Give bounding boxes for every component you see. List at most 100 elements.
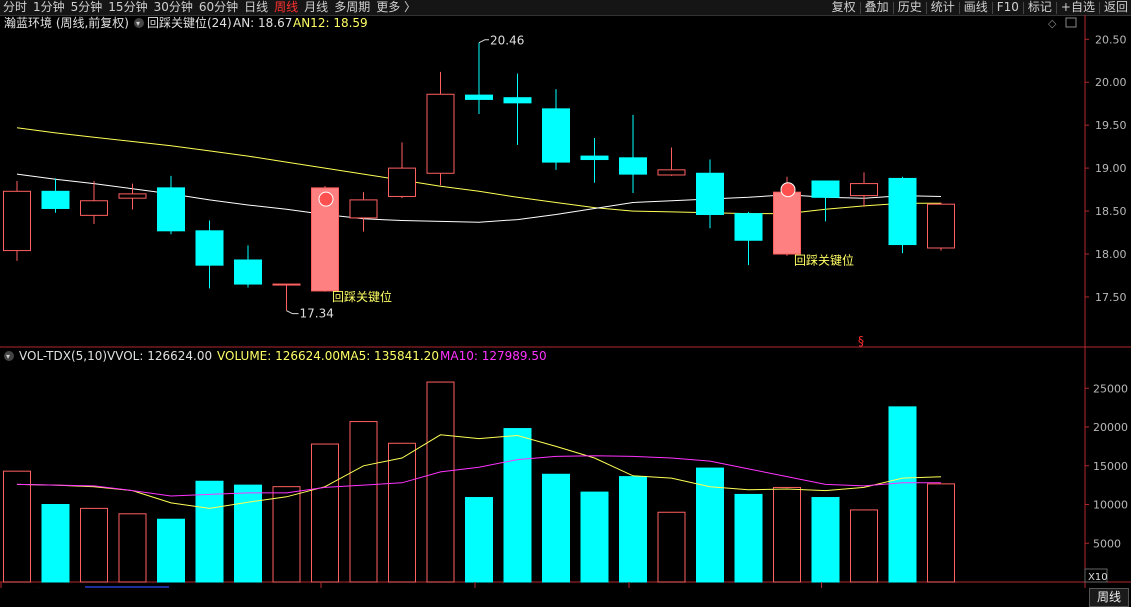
period-tab-4[interactable]: 30分钟 [151, 0, 196, 14]
volume-bar[interactable] [811, 497, 840, 583]
ma10-value: MA10: 127989.50 [440, 349, 547, 363]
period-tab-6[interactable]: 日线 [241, 0, 271, 14]
period-footer-button[interactable]: 周线 [1089, 588, 1129, 607]
candle[interactable] [503, 97, 532, 104]
period-tab-10[interactable]: 更多 〉 [373, 0, 419, 14]
volume-value: VOLUME: 126624.00 [217, 349, 340, 363]
candle[interactable] [195, 230, 224, 266]
candle[interactable] [619, 157, 647, 175]
volume-bar[interactable] [850, 509, 878, 583]
volume-bar[interactable] [195, 480, 224, 583]
period-tab-5[interactable]: 60分钟 [196, 0, 241, 14]
period-selector: 分时 1分钟 5分钟 15分钟 30分钟 60分钟 日线 周线 月线 多周期 更多 〉 [0, 0, 419, 14]
period-tab-2[interactable]: 5分钟 [68, 0, 106, 14]
candle[interactable] [850, 183, 878, 197]
volume-tick-label-2: 15000 [1093, 460, 1128, 473]
toolbar-divider [1022, 1, 1024, 14]
chevron-down-icon: ▾ [6, 352, 10, 361]
volume-bar[interactable] [503, 428, 532, 583]
candle[interactable] [542, 108, 570, 163]
volume-bar[interactable] [80, 507, 108, 583]
period-tab-1[interactable]: 1分钟 [30, 0, 68, 14]
period-tab-3[interactable]: 15分钟 [105, 0, 150, 14]
tool-button-6[interactable]: 标记 [1025, 0, 1055, 14]
period-tab-8[interactable]: 月线 [301, 0, 331, 14]
candle[interactable] [888, 177, 917, 246]
stock-title: 瀚蓝环境 (周线,前复权) [4, 15, 129, 30]
volume-bar[interactable] [388, 442, 416, 583]
volume-bar[interactable] [888, 406, 917, 583]
an12-value: AN12: 18.59 [293, 16, 368, 30]
tool-button-3[interactable]: 统计 [928, 0, 958, 14]
candle[interactable] [3, 190, 31, 252]
volume-tick-label-4: 5000 [1093, 537, 1121, 550]
low-pointer [286, 310, 299, 315]
price-tick-label-0: 20.50 [1095, 33, 1127, 46]
candle[interactable] [118, 193, 147, 199]
tool-button-1[interactable]: 叠加 [862, 0, 892, 14]
diamond-icon[interactable]: ◇ [1048, 17, 1057, 30]
candle[interactable] [388, 167, 416, 197]
candle[interactable] [272, 283, 301, 286]
tool-buttons: 复权 叠加 历史 统计 画线 F10 标记 +自选 返回 [829, 0, 1131, 14]
volume-bar[interactable] [118, 513, 147, 583]
price-tick-label-4: 18.50 [1095, 205, 1127, 218]
tool-button-4[interactable]: 画线 [961, 0, 991, 14]
volume-indicator-name: VOL-TDX(5,10) [19, 349, 107, 363]
candle[interactable] [41, 190, 70, 209]
candle[interactable] [157, 187, 185, 232]
volume-bar[interactable] [734, 493, 763, 583]
volume-bar[interactable] [465, 497, 493, 583]
volume-bar[interactable] [580, 491, 609, 583]
candle[interactable] [734, 213, 763, 241]
ma5-value: MA5: 135841.20 [340, 349, 439, 363]
volume-bar[interactable] [696, 467, 724, 583]
volume-bar[interactable] [41, 504, 70, 583]
toolbar-divider [892, 1, 894, 14]
volume-bar[interactable] [619, 476, 647, 583]
candle[interactable] [80, 200, 108, 216]
volume-bar[interactable] [773, 486, 801, 583]
volume-bar[interactable] [542, 473, 570, 583]
candle[interactable] [426, 93, 455, 174]
candle[interactable] [580, 155, 609, 161]
kline-chart[interactable]: 20.50 20.00 19.50 19.00 18.50 18.00 17.50 25000… [0, 15, 1131, 588]
candle[interactable] [234, 259, 262, 285]
candle[interactable] [773, 191, 801, 255]
volume-bar[interactable] [3, 470, 31, 583]
volume-bar[interactable] [927, 483, 955, 583]
candle[interactable] [349, 199, 378, 219]
tool-button-8[interactable]: 返回 [1101, 0, 1131, 14]
volume-bar[interactable] [234, 484, 262, 583]
volume-bar[interactable] [311, 443, 339, 583]
candle[interactable] [927, 203, 955, 249]
candle[interactable] [696, 172, 724, 215]
toolbar-divider [958, 1, 960, 14]
tool-button-2[interactable]: 历史 [895, 0, 925, 14]
volume-bar[interactable] [349, 421, 378, 583]
candle[interactable] [811, 180, 840, 198]
price-tick-label-2: 19.50 [1095, 119, 1127, 132]
tool-button-5[interactable]: F10 [994, 0, 1022, 14]
an12-line [16, 127, 941, 215]
volume-bar[interactable] [657, 511, 686, 583]
s-mark-icon: § [858, 334, 864, 348]
volume-bar[interactable] [426, 381, 455, 583]
high-price-label: 20.46 [490, 34, 524, 48]
volume-unit-label: X10 [1088, 572, 1108, 583]
volume-tick-label-3: 10000 [1093, 499, 1128, 512]
candle[interactable] [657, 169, 686, 176]
tool-button-0[interactable]: 复权 [829, 0, 859, 14]
volume-bar[interactable] [272, 486, 301, 583]
period-tab-7[interactable]: 周线 [271, 0, 301, 14]
maximize-icon[interactable] [1065, 17, 1077, 28]
period-tab-9[interactable]: 多周期 [331, 0, 373, 14]
price-tick-label-5: 18.00 [1095, 248, 1127, 261]
chevron-down-icon: ▾ [136, 19, 140, 28]
tool-button-7[interactable]: +自选 [1058, 0, 1098, 14]
volume-bar[interactable] [157, 518, 185, 583]
toolbar-divider [1055, 1, 1057, 14]
period-tab-0[interactable]: 分时 [0, 0, 30, 14]
candle[interactable] [465, 94, 493, 100]
toolbar-divider [991, 1, 993, 14]
